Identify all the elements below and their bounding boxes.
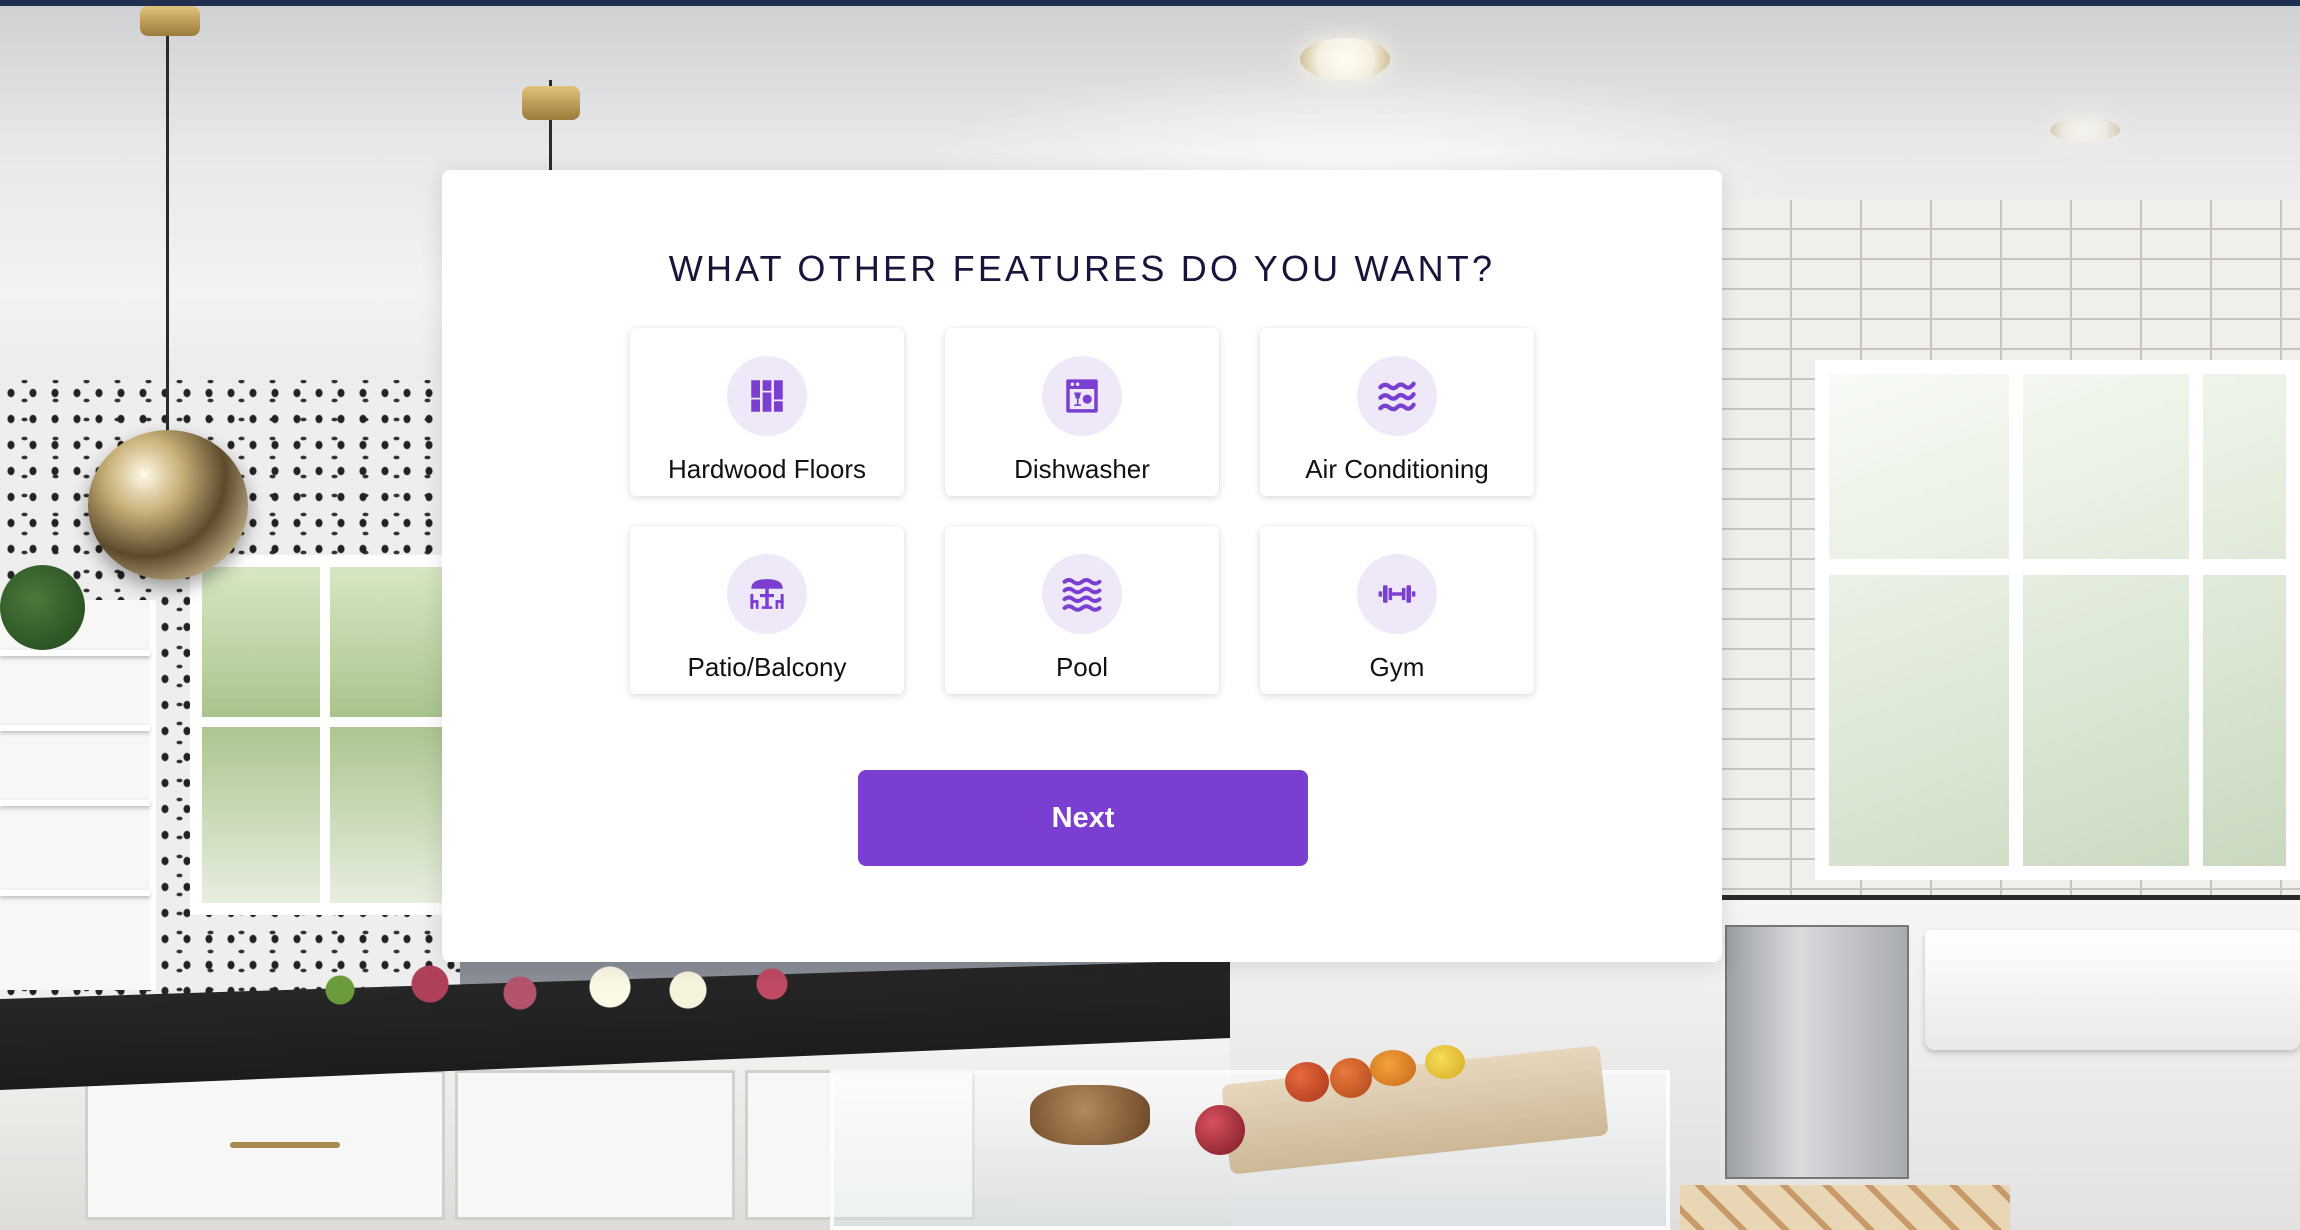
flowers: [280, 960, 880, 1020]
icon-badge: [1357, 554, 1437, 634]
dumbbell-icon: [1378, 585, 1416, 603]
option-label: Pool: [1055, 652, 1109, 682]
hardwood-floors-icon: [751, 380, 783, 412]
icon-badge: [727, 356, 807, 436]
option-air-conditioning[interactable]: Air Conditioning: [1260, 328, 1534, 496]
option-label: Gym: [1369, 652, 1425, 682]
shelves: [0, 600, 156, 990]
icon-badge: [1357, 356, 1437, 436]
page: WHAT OTHER FEATURES DO YOU WANT? Hardwoo…: [0, 0, 2300, 1230]
plant: [0, 565, 85, 650]
option-label: Patio/Balcony: [687, 652, 847, 682]
icon-badge: [1042, 356, 1122, 436]
page-title: WHAT OTHER FEATURES DO YOU WANT?: [668, 248, 1496, 289]
top-bar: [0, 0, 2300, 6]
pool-waves-icon: [1062, 578, 1102, 612]
air-conditioning-icon: [1378, 381, 1416, 412]
window: [1815, 360, 2300, 880]
option-label: Dishwasher: [1014, 454, 1150, 484]
option-label: Air Conditioning: [1305, 454, 1489, 484]
option-label: Hardwood Floors: [668, 454, 866, 484]
dishwasher-appliance: [1725, 925, 1909, 1179]
pendant-lamp: [88, 430, 248, 580]
option-pool[interactable]: Pool: [945, 526, 1219, 694]
option-hardwood-floors[interactable]: Hardwood Floors: [630, 328, 904, 496]
sink: [1925, 930, 2300, 1050]
option-patio-balcony[interactable]: Patio/Balcony: [630, 526, 904, 694]
patio-table-icon: [750, 579, 784, 609]
rug: [1680, 1185, 2010, 1230]
window: [190, 555, 460, 915]
option-dishwasher[interactable]: Dishwasher: [945, 328, 1219, 496]
dishwasher-icon: [1066, 379, 1098, 413]
features-card: WHAT OTHER FEATURES DO YOU WANT? Hardwoo…: [442, 170, 1722, 962]
option-gym[interactable]: Gym: [1260, 526, 1534, 694]
icon-badge: [1042, 554, 1122, 634]
ceiling-light: [2050, 118, 2120, 142]
feature-options-grid: Hardwood Floors Dishwasher Air Condition…: [630, 328, 1534, 694]
next-button[interactable]: Next: [858, 770, 1308, 866]
icon-badge: [727, 554, 807, 634]
ceiling-light: [1300, 38, 1390, 80]
